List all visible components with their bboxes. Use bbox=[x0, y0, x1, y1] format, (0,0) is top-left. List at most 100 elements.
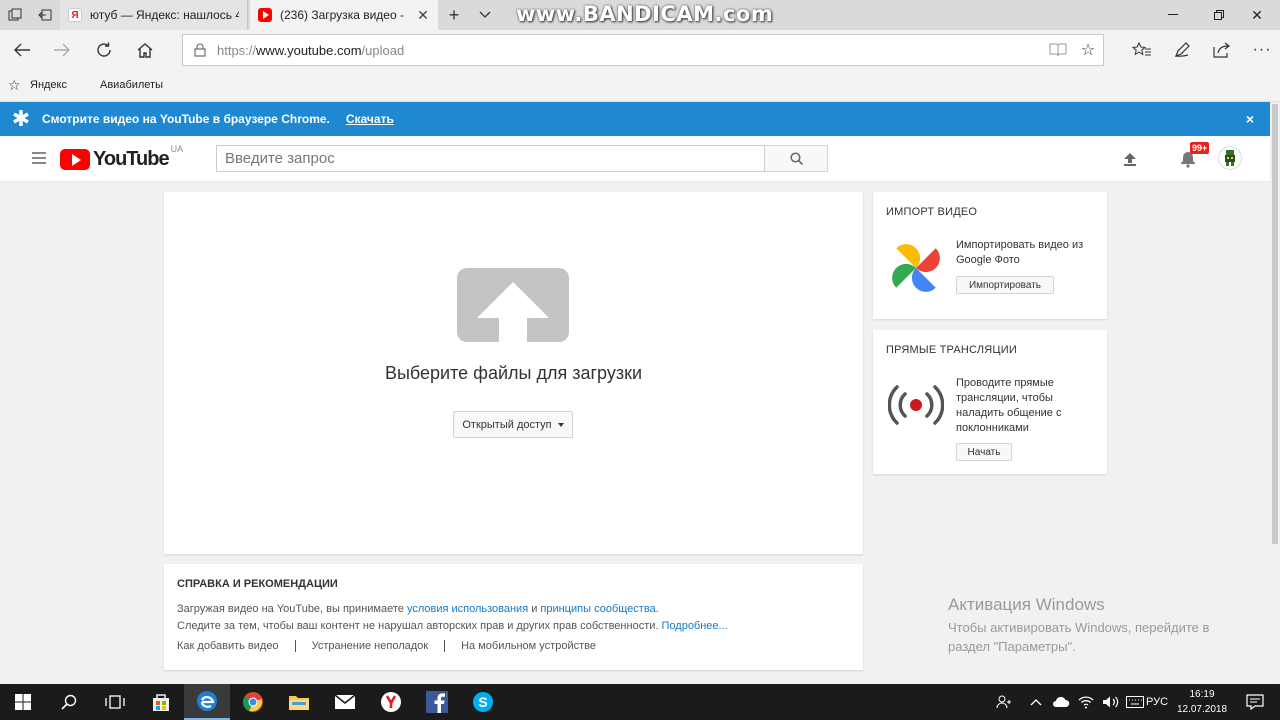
browser-titlebar: Я ютуб — Яндекс: нашлось 4 (236) Загрузк… bbox=[0, 0, 1280, 30]
svg-text:S: S bbox=[478, 694, 487, 710]
skype-icon[interactable]: S bbox=[460, 684, 506, 720]
mail-icon[interactable] bbox=[322, 684, 368, 720]
tab-preview-chevron-icon[interactable] bbox=[476, 6, 494, 24]
people-icon[interactable] bbox=[996, 684, 1012, 720]
reading-view-icon[interactable] bbox=[1043, 35, 1073, 65]
home-icon[interactable] bbox=[131, 36, 159, 64]
windows-taskbar: S РУС 16:19 12.07.2018 bbox=[0, 684, 1280, 720]
google-photos-icon bbox=[886, 238, 946, 301]
favorites-hub-icon[interactable] bbox=[1128, 36, 1156, 64]
dropdown-caret-icon bbox=[557, 422, 564, 427]
help-links: Как добавить видео Устранение неполадок … bbox=[177, 640, 612, 652]
select-files-title[interactable]: Выберите файлы для загрузки bbox=[164, 363, 863, 384]
favorites-bar: ☆ Яндекс Авиабилеты bbox=[0, 70, 1280, 102]
chrome-promo-banner: ✱ Смотрите видео на YouTube в браузере C… bbox=[0, 102, 1270, 136]
privacy-value: Открытый доступ bbox=[462, 418, 552, 431]
community-guidelines-link[interactable]: принципы сообщества bbox=[540, 603, 655, 615]
address-bar[interactable]: https://www.youtube.com/upload ☆ bbox=[182, 34, 1104, 66]
refresh-icon[interactable] bbox=[90, 36, 118, 64]
country-code: UA bbox=[170, 144, 184, 154]
asterisk-icon: ✱ bbox=[11, 106, 31, 131]
learn-more-link[interactable]: Подробнее... bbox=[662, 620, 728, 632]
clock-date: 12.07.2018 bbox=[1176, 704, 1228, 715]
volume-icon[interactable] bbox=[1102, 684, 1120, 720]
tab-label: (236) Загрузка видео - bbox=[280, 8, 404, 22]
clock-time: 16:19 bbox=[1189, 689, 1215, 700]
search-button[interactable] bbox=[765, 145, 828, 172]
tray-chevron-up-icon[interactable] bbox=[1030, 684, 1042, 720]
upload-cloud-icon[interactable] bbox=[457, 268, 569, 342]
youtube-logo[interactable]: YouTube UA bbox=[60, 144, 183, 171]
live-broadcast-icon bbox=[887, 382, 945, 431]
forward-icon[interactable] bbox=[48, 36, 76, 64]
search-input[interactable] bbox=[216, 145, 765, 172]
avatar[interactable] bbox=[1218, 146, 1242, 170]
tab-youtube-upload[interactable]: (236) Загрузка видео - ✕ bbox=[250, 0, 438, 30]
search-bar bbox=[216, 145, 828, 172]
live-panel: ПРЯМЫЕ ТРАНСЛЯЦИИ Проводите прямые транс… bbox=[873, 330, 1107, 474]
upload-arrow-icon[interactable] bbox=[1120, 149, 1140, 169]
web-note-pen-icon[interactable] bbox=[1168, 36, 1196, 64]
add-favorite-star-icon[interactable]: ☆ bbox=[1073, 35, 1103, 65]
yandex-browser-icon[interactable] bbox=[368, 684, 414, 720]
import-button[interactable]: Импортировать bbox=[956, 276, 1054, 294]
notification-count-badge: 99+ bbox=[1190, 142, 1210, 154]
troubleshooting-link[interactable]: Устранение неполадок bbox=[294, 640, 445, 652]
set-aside-tabs-icon[interactable] bbox=[36, 6, 54, 24]
store-icon[interactable] bbox=[138, 684, 184, 720]
youtube-play-icon bbox=[60, 149, 90, 170]
help-title: СПРАВКА И РЕКОМЕНДАЦИИ bbox=[177, 578, 338, 590]
promo-download-link[interactable]: Скачать bbox=[346, 112, 394, 126]
copyright-line: Следите за тем, чтобы ваш контент не нар… bbox=[177, 620, 728, 632]
start-windows-icon[interactable] bbox=[0, 684, 46, 720]
search-icon[interactable] bbox=[46, 684, 92, 720]
mobile-upload-link[interactable]: На мобильном устройстве bbox=[444, 640, 612, 652]
upload-panel: Выберите файлы для загрузки Открытый дос… bbox=[164, 192, 863, 554]
import-panel: ИМПОРТ ВИДЕО Импортировать видео из Goog… bbox=[873, 192, 1107, 319]
tab-manager-icon[interactable] bbox=[6, 6, 24, 24]
guide-menu-icon[interactable] bbox=[32, 152, 46, 164]
tab-yandex-search[interactable]: Я ютуб — Яндекс: нашлось 4 bbox=[60, 0, 248, 30]
yandex-icon: Я bbox=[68, 8, 82, 22]
promo-close-icon[interactable]: × bbox=[1246, 111, 1254, 127]
file-explorer-icon[interactable] bbox=[276, 684, 322, 720]
favorites-star-icon: ☆ bbox=[8, 77, 21, 93]
terms-line: Загружая видео на YouTube, вы принимаете… bbox=[177, 603, 659, 615]
favorite-avia[interactable]: Авиабилеты bbox=[100, 79, 163, 91]
privacy-dropdown[interactable]: Открытый доступ bbox=[453, 411, 573, 438]
logo-wordmark: YouTube bbox=[93, 148, 170, 170]
start-live-button[interactable]: Начать bbox=[956, 443, 1012, 461]
task-view-icon[interactable] bbox=[92, 684, 138, 720]
keyboard-icon[interactable] bbox=[1126, 684, 1144, 720]
facebook-icon[interactable] bbox=[414, 684, 460, 720]
activation-title: Активация Windows bbox=[948, 595, 1105, 614]
input-language[interactable]: РУС bbox=[1146, 684, 1168, 720]
back-icon[interactable] bbox=[8, 36, 36, 64]
url-text: https://www.youtube.com/upload bbox=[217, 42, 405, 58]
close-tab-icon[interactable]: ✕ bbox=[416, 7, 430, 24]
wifi-icon[interactable] bbox=[1078, 684, 1094, 720]
new-tab-icon[interactable]: + bbox=[445, 5, 463, 25]
share-icon[interactable] bbox=[1208, 36, 1236, 64]
close-window-icon[interactable]: ✕ bbox=[1234, 0, 1280, 30]
scrollbar-thumb[interactable] bbox=[1272, 104, 1278, 544]
chrome-icon[interactable] bbox=[230, 684, 276, 720]
activation-line-1: Чтобы активировать Windows, перейдите в bbox=[948, 620, 1210, 635]
system-clock[interactable]: 16:19 12.07.2018 bbox=[1176, 687, 1228, 717]
minimize-icon[interactable] bbox=[1150, 0, 1196, 30]
youtube-header: YouTube UA bbox=[0, 136, 1270, 182]
promo-text: Смотрите видео на YouTube в браузере Chr… bbox=[42, 112, 330, 126]
onedrive-cloud-icon[interactable] bbox=[1052, 684, 1070, 720]
page-scrollbar[interactable] bbox=[1270, 102, 1280, 684]
favorite-yandex[interactable]: Яндекс bbox=[30, 79, 67, 91]
terms-of-service-link[interactable]: условия использования bbox=[407, 603, 528, 615]
live-title: ПРЯМЫЕ ТРАНСЛЯЦИИ bbox=[886, 344, 1017, 356]
import-description: Импортировать видео из Google Фото bbox=[956, 239, 1084, 266]
activation-line-2: раздел "Параметры". bbox=[948, 639, 1076, 654]
more-menu-icon[interactable]: ··· bbox=[1248, 36, 1276, 64]
edge-browser-icon[interactable] bbox=[184, 684, 230, 720]
import-title: ИМПОРТ ВИДЕО bbox=[886, 206, 978, 218]
action-center-icon[interactable] bbox=[1246, 684, 1264, 720]
how-to-upload-link[interactable]: Как добавить видео bbox=[177, 640, 295, 652]
lock-icon bbox=[183, 43, 217, 57]
